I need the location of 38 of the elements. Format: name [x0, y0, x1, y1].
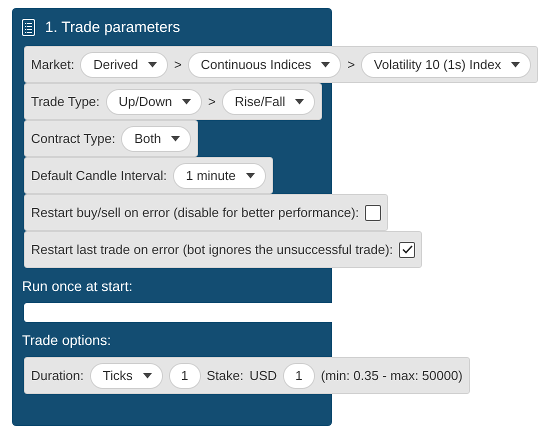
- row-label: Contract Type:: [31, 131, 116, 146]
- dropdown[interactable]: Up/Down: [106, 88, 202, 114]
- separator-text: >: [347, 57, 355, 72]
- caret-icon: [142, 372, 152, 378]
- dropdown[interactable]: 1 minute: [172, 162, 266, 188]
- caret-icon: [295, 98, 304, 104]
- checkbox[interactable]: [399, 242, 416, 258]
- number-field[interactable]: 1: [168, 362, 201, 388]
- number-field[interactable]: 1: [282, 362, 315, 388]
- row-label: Default Candle Interval:: [31, 168, 167, 183]
- caret-icon: [182, 98, 192, 104]
- dropdown[interactable]: Derived: [80, 52, 168, 78]
- label-text: Stake:: [206, 368, 244, 383]
- check-icon: [402, 245, 413, 254]
- caret-icon: [148, 62, 158, 68]
- label-text: Duration:: [31, 368, 84, 383]
- caret-icon: [321, 62, 330, 68]
- caret-icon: [511, 62, 520, 68]
- row-label: Trade Type:: [31, 94, 100, 109]
- caret-icon: [171, 136, 180, 142]
- checkbox[interactable]: [365, 204, 382, 220]
- label-text: (min: 0.35 - max: 50000): [320, 368, 463, 383]
- dropdown[interactable]: Both: [121, 126, 192, 152]
- section-label: Run once at start:: [21, 277, 133, 296]
- dropdown[interactable]: Continuous Indices: [188, 52, 342, 78]
- list-icon: [22, 18, 35, 36]
- dropdown[interactable]: Ticks: [90, 362, 163, 388]
- dropdown[interactable]: Rise/Fall: [222, 88, 316, 114]
- row-label: Restart last trade on error (bot ignores the unsuccessful trade):: [31, 242, 394, 257]
- section-label: Trade options:: [21, 331, 111, 350]
- row-label: Restart buy/sell on error (disable for better performance):: [31, 205, 360, 220]
- label-text: USD: [249, 368, 277, 383]
- row-label: Market:: [31, 57, 74, 72]
- separator-text: >: [208, 94, 216, 109]
- dropdown[interactable]: Volatility 10 (1s) Index: [360, 52, 532, 78]
- separator-text: >: [174, 57, 182, 72]
- block-title: 1. Trade parameters: [45, 18, 180, 36]
- caret-icon: [246, 172, 255, 178]
